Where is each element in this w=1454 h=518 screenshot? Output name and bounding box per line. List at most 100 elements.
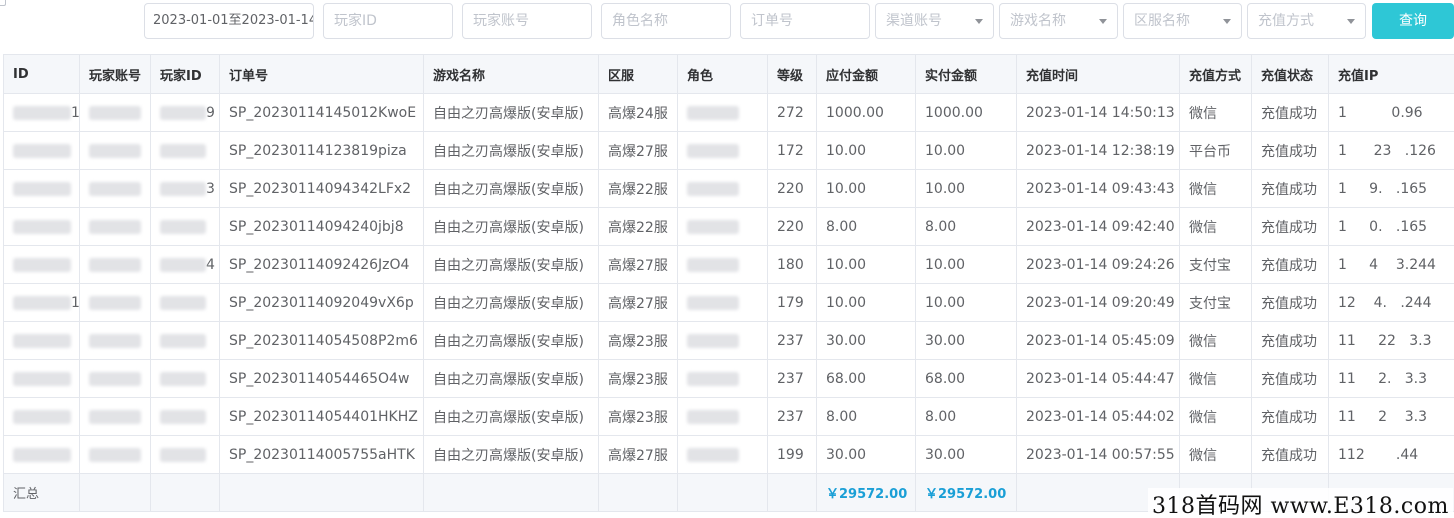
col-header-game-name[interactable]: 游戏名称 [423, 54, 599, 94]
table-row[interactable]: 1 SP_20230114092049vX6p 自由之刃高爆版(安卓版) 高爆27服 1… [3, 283, 1454, 322]
channel-account-placeholder: 渠道账号 [886, 13, 942, 29]
chevron-down-icon [1099, 19, 1107, 24]
cell-payable: 1000.00 [816, 93, 916, 132]
table-row[interactable]: SP_20230114094240jbj8 自由之刃高爆版(安卓版) 高爆22服 22… [3, 207, 1454, 246]
redacted-blur [160, 257, 206, 272]
cell-id [3, 321, 80, 360]
cell-recharge-time-text: 2023-01-14 09:42:40 [1026, 218, 1175, 235]
cell-level-text: 237 [777, 408, 804, 425]
col-header-ip[interactable]: 充值IP [1328, 54, 1454, 94]
cell-id-text: 1 [71, 104, 80, 121]
table-row[interactable]: SP_20230114054508P2m6 自由之刃高爆版(安卓版) 高爆23服 23… [3, 321, 1454, 360]
redacted-blur [13, 143, 71, 158]
col-header-server[interactable]: 区服 [598, 54, 678, 94]
cell-status: 充值成功 [1251, 131, 1329, 170]
table-row[interactable]: SP_20230114054401HKHZ 自由之刃高爆版(安卓版) 高爆23服 23… [3, 397, 1454, 436]
player-account-input[interactable]: 玩家账号 [462, 3, 592, 39]
cell-game-name-text: 自由之刃高爆版(安卓版) [433, 371, 584, 388]
redacted-blur [687, 257, 739, 272]
redacted-blur [160, 333, 206, 348]
cell-game-name: 自由之刃高爆版(安卓版) [423, 283, 599, 322]
game-name-select[interactable]: 游戏名称 [999, 3, 1118, 39]
redacted-blur [160, 295, 206, 310]
cell-id [3, 245, 80, 284]
table-row[interactable]: 3 SP_20230114094342LFx2 自由之刃高爆版(安卓版) 高爆22服 2… [3, 169, 1454, 208]
cell-recharge-time: 2023-01-14 14:50:13 [1016, 93, 1180, 132]
cell-method: 微信 [1179, 321, 1252, 360]
game-name-placeholder: 游戏名称 [1010, 13, 1066, 29]
cell-player-account [79, 397, 151, 436]
cell-paid: 10.00 [915, 169, 1017, 208]
redacted-blur [89, 181, 141, 196]
cell-method: 支付宝 [1179, 283, 1252, 322]
col-header-level[interactable]: 等级 [767, 54, 817, 94]
cell-game-name-text: 自由之刃高爆版(安卓版) [433, 105, 584, 122]
col-header-order-no[interactable]: 订单号 [219, 54, 424, 94]
cell-player-id: 9 [150, 93, 220, 132]
cell-paid-text: 30.00 [925, 332, 966, 349]
col-header-status[interactable]: 充值状态 [1251, 54, 1329, 94]
channel-account-select[interactable]: 渠道账号 [875, 3, 994, 39]
col-header-method[interactable]: 充值方式 [1179, 54, 1252, 94]
cell-role [677, 245, 768, 284]
cell-order-no-text: SP_20230114054401HKHZ [229, 408, 418, 425]
order-no-input[interactable]: 订单号 [740, 3, 870, 39]
redacted-blur [160, 409, 206, 424]
redacted-blur [89, 371, 141, 386]
cell-level-text: 220 [777, 180, 804, 197]
player-id-input[interactable]: 玩家ID [323, 3, 453, 39]
summary-empty-cell [677, 473, 768, 512]
cell-recharge-time-text: 2023-01-14 14:50:13 [1026, 104, 1175, 121]
col-header-player-account[interactable]: 玩家账号 [79, 54, 151, 94]
cell-method-text: 平台币 [1189, 143, 1231, 160]
cell-game-name: 自由之刃高爆版(安卓版) [423, 321, 599, 360]
cell-server-text: 高爆24服 [608, 105, 668, 122]
cell-payable: 8.00 [816, 397, 916, 436]
cell-recharge-time-text: 2023-01-14 05:44:02 [1026, 408, 1175, 425]
table-row[interactable]: 1 9 SP_20230114145012KwoE 自由之刃高爆版(安卓版) 高爆24服… [3, 93, 1454, 132]
cell-server-text: 高爆27服 [608, 447, 668, 464]
cell-recharge-time: 2023-01-14 09:24:26 [1016, 245, 1180, 284]
cell-level-text: 237 [777, 332, 804, 349]
cell-paid-text: 10.00 [925, 256, 966, 273]
cell-level: 237 [767, 321, 817, 360]
table-row[interactable]: SP_20230114054465O4w 自由之刃高爆版(安卓版) 高爆23服 237… [3, 359, 1454, 398]
col-header-recharge-time[interactable]: 充值时间 [1016, 54, 1180, 94]
cell-player-account [79, 359, 151, 398]
cell-order-no-text: SP_20230114092426JzO4 [229, 256, 410, 273]
cell-player-id [150, 397, 220, 436]
table-row[interactable]: SP_20230114123819piza 自由之刃高爆版(安卓版) 高爆27服 17… [3, 131, 1454, 170]
table-row[interactable]: SP_20230114005755aHTK 自由之刃高爆版(安卓版) 高爆27服 19… [3, 435, 1454, 474]
col-header-role[interactable]: 角色 [677, 54, 768, 94]
search-button[interactable]: 查询 [1372, 3, 1454, 39]
recharge-method-select[interactable]: 充值方式 [1247, 3, 1366, 39]
cell-server: 高爆22服 [598, 169, 678, 208]
redacted-blur [160, 105, 206, 120]
col-header-player-id[interactable]: 玩家ID [150, 54, 220, 94]
table-row[interactable]: 4 SP_20230114092426JzO4 自由之刃高爆版(安卓版) 高爆27服 1… [3, 245, 1454, 284]
cell-recharge-time-text: 2023-01-14 09:43:43 [1026, 180, 1175, 197]
cell-server: 高爆23服 [598, 321, 678, 360]
role-name-input[interactable]: 角色名称 [601, 3, 731, 39]
cell-order-no-text: SP_20230114094342LFx2 [229, 180, 412, 197]
cell-role [677, 321, 768, 360]
redacted-blur [89, 257, 141, 272]
redacted-blur [687, 371, 739, 386]
server-name-select[interactable]: 区服名称 [1123, 3, 1242, 39]
cell-player-account [79, 207, 151, 246]
date-range-input[interactable]: 2023-01-01至2023-01-14 [144, 3, 314, 39]
col-header-payable[interactable]: 应付金额 [816, 54, 916, 94]
cell-player-account [79, 131, 151, 170]
cell-paid: 10.00 [915, 245, 1017, 284]
chevron-down-icon [1347, 19, 1355, 24]
cell-level-text: 180 [777, 256, 804, 273]
summary-empty-cell [150, 473, 220, 512]
cell-paid: 30.00 [915, 435, 1017, 474]
cell-payable-text: 8.00 [826, 218, 858, 235]
summary-empty-cell [767, 473, 817, 512]
col-header-id[interactable]: ID [3, 54, 80, 94]
cell-role [677, 93, 768, 132]
col-header-paid[interactable]: 实付金额 [915, 54, 1017, 94]
cell-paid-text: 10.00 [925, 142, 966, 159]
cell-status-text: 充值成功 [1261, 409, 1317, 426]
